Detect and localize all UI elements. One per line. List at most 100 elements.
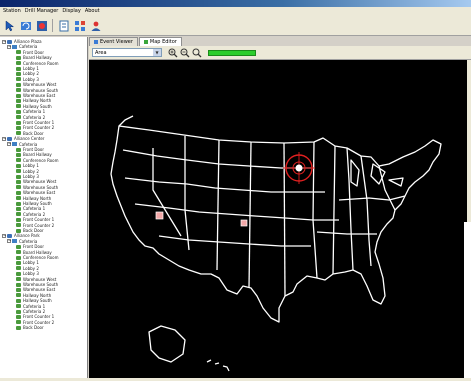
tree-device[interactable]: Cafeteria 2	[16, 309, 45, 314]
collapse-icon[interactable]: −	[7, 44, 11, 49]
tree-device[interactable]: Lobby 3	[16, 271, 39, 276]
camera-icon	[16, 120, 21, 125]
app-window: Station Drill Manager Display About − All…	[0, 0, 471, 381]
zoom-out-button[interactable]	[180, 48, 190, 58]
state-line	[338, 195, 406, 201]
tree-device[interactable]: Hallway South	[16, 104, 52, 109]
tree-device[interactable]: Conference Room	[16, 158, 59, 163]
camera-icon	[16, 131, 21, 136]
state-line	[158, 235, 311, 247]
tree-device[interactable]: Lobby 3	[16, 77, 39, 82]
tree-item-label: Back Door	[23, 228, 44, 233]
device-marker-colorado[interactable]	[240, 219, 248, 227]
tree-item-label: Warehouse East	[23, 93, 56, 98]
tree-device[interactable]: Lobby 1	[16, 260, 39, 265]
tree-item-label: Front Counter 2	[23, 125, 55, 131]
tree-item-label: Warehouse West	[23, 82, 57, 88]
tree-device[interactable]: Warehouse West	[16, 277, 56, 282]
list-button[interactable]	[57, 19, 70, 32]
tree-item-label: Board Hallway	[23, 152, 52, 158]
tab-event-viewer[interactable]: Event Viewer	[89, 37, 138, 46]
tree-device[interactable]: Front Door	[16, 50, 44, 55]
zoom-fit-button[interactable]	[192, 48, 202, 58]
tree-device[interactable]: Back Door	[16, 228, 44, 233]
tree-group[interactable]: − Cafeteria	[7, 142, 37, 147]
tree-device[interactable]: Warehouse West	[16, 179, 56, 184]
zoom-in-button[interactable]	[168, 48, 178, 58]
menu-display[interactable]: Display	[62, 7, 80, 16]
tree-device[interactable]: Cafeteria 1	[16, 304, 45, 309]
tree-device[interactable]: Cafeteria 1	[16, 206, 45, 211]
tree-device[interactable]: Back Door	[16, 131, 44, 136]
camera-icon	[16, 282, 21, 287]
camera-icon	[16, 55, 21, 60]
refresh-button[interactable]	[19, 19, 32, 32]
tree-device[interactable]: Warehouse East	[16, 190, 55, 195]
collapse-icon[interactable]: −	[2, 39, 6, 44]
map-canvas[interactable]	[89, 60, 467, 378]
device-marker-nevada[interactable]	[155, 211, 164, 220]
tree-device[interactable]: Hallway South	[16, 201, 52, 206]
pointer-button[interactable]	[3, 19, 16, 32]
tree-device[interactable]: Cafeteria 2	[16, 115, 45, 120]
tree-device[interactable]: Board Hallway	[16, 250, 52, 255]
us-map[interactable]	[89, 60, 467, 378]
tree-device[interactable]: Back Door	[16, 325, 44, 330]
tree-device[interactable]: Cafeteria 1	[16, 109, 45, 114]
tree-item-label: Cafeteria 1	[23, 303, 46, 309]
tree-device[interactable]: Front Counter 2	[16, 125, 54, 130]
tree-device[interactable]: Conference Room	[16, 61, 59, 66]
menu-about[interactable]: About	[85, 7, 100, 16]
tree-device[interactable]: Lobby 3	[16, 174, 39, 179]
tree-device[interactable]: Lobby 1	[16, 163, 39, 168]
collapse-icon[interactable]: −	[7, 142, 11, 147]
tree-device[interactable]: Cafeteria 2	[16, 212, 45, 217]
tree-device[interactable]: Warehouse South	[16, 88, 58, 93]
tree-device[interactable]: Front Counter 1	[16, 217, 54, 222]
tree-device[interactable]: Hallway North	[16, 293, 51, 298]
tree-group[interactable]: − Cafeteria	[7, 44, 37, 49]
tree-device[interactable]: Lobby 2	[16, 71, 39, 76]
tree-device[interactable]: Warehouse South	[16, 282, 58, 287]
tree-device[interactable]: Lobby 2	[16, 266, 39, 271]
collapse-icon[interactable]: −	[7, 239, 11, 244]
grid-button[interactable]	[73, 19, 86, 32]
tree-group[interactable]: − Cafeteria	[7, 239, 37, 244]
map-editor-icon	[143, 40, 148, 44]
alarm-marker[interactable]	[283, 152, 315, 184]
tree-device[interactable]: Warehouse West	[16, 82, 56, 87]
menu-station[interactable]: Station	[3, 7, 21, 16]
tree-device[interactable]: Board Hallway	[16, 152, 52, 157]
tree-device[interactable]: Front Counter 2	[16, 223, 54, 228]
tree-device[interactable]: Warehouse East	[16, 287, 55, 292]
layer-select[interactable]: Area ▼	[92, 48, 162, 57]
tree-device[interactable]: Front Counter 2	[16, 320, 54, 325]
list-icon	[59, 20, 68, 31]
state-line	[360, 155, 372, 267]
menu-drill-manager[interactable]: Drill Manager	[25, 7, 59, 16]
tree-device[interactable]: Warehouse East	[16, 93, 55, 98]
alarm-button[interactable]	[35, 19, 48, 32]
tree-device[interactable]: Conference Room	[16, 255, 59, 260]
tree-device[interactable]: Board Hallway	[16, 55, 52, 60]
tree-device[interactable]: Hallway North	[16, 98, 51, 103]
tree-device[interactable]: Hallway North	[16, 196, 51, 201]
menu-bar: Station Drill Manager Display About	[0, 7, 471, 16]
collapse-icon[interactable]: −	[2, 233, 6, 238]
collapse-icon[interactable]: −	[2, 136, 6, 141]
tree-device[interactable]: Lobby 1	[16, 66, 39, 71]
state-line	[152, 148, 182, 237]
camera-icon	[16, 88, 21, 93]
tree-device[interactable]: Front Door	[16, 244, 44, 249]
tab-map-editor[interactable]: Map Editor	[138, 37, 182, 46]
tree-device[interactable]: Front Counter 1	[16, 314, 54, 319]
tree-device[interactable]: Lobby 2	[16, 169, 39, 174]
tree-device[interactable]: Hallway South	[16, 298, 52, 303]
tree-item-label: Warehouse South	[23, 184, 59, 190]
user-button[interactable]	[89, 19, 102, 32]
tree-device[interactable]: Front Door	[16, 147, 44, 152]
tree-device[interactable]: Front Counter 1	[16, 120, 54, 125]
tree-device[interactable]: Warehouse South	[16, 185, 58, 190]
tree-item-label: Hallway North	[23, 292, 52, 298]
camera-icon	[16, 71, 21, 76]
